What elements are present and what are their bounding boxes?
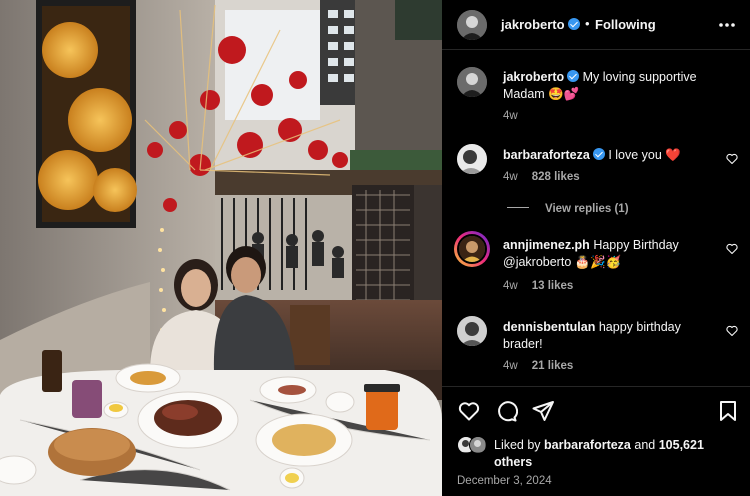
liked-by-avatars bbox=[457, 436, 491, 454]
comment-text-block: annjimenez.ph Happy Birthday @jakroberto… bbox=[503, 237, 718, 271]
post-actions: Liked by barbaraforteza and 105,621 othe… bbox=[442, 386, 750, 496]
likes-others[interactable]: others bbox=[494, 455, 532, 469]
view-replies-button[interactable]: View replies (1) bbox=[507, 203, 629, 215]
comment-meta: 4w 828 likes bbox=[503, 171, 594, 183]
post-side-panel: jakroberto • Following jakroberto My lov… bbox=[442, 0, 750, 496]
post-header: jakroberto • Following bbox=[442, 0, 750, 50]
author-username[interactable]: jakroberto bbox=[501, 17, 580, 32]
liked-by-prefix: Liked by bbox=[494, 438, 541, 452]
caption-time[interactable]: 4w bbox=[503, 110, 518, 122]
commenter-avatar[interactable] bbox=[457, 316, 487, 346]
post-date[interactable]: December 3, 2024 bbox=[457, 475, 552, 487]
comment-item: barbaraforteza I love you ❤️ 4w 828 likes… bbox=[442, 144, 750, 224]
header-separator: • bbox=[585, 16, 590, 31]
verified-badge-icon bbox=[592, 148, 605, 160]
comment-username[interactable]: barbaraforteza bbox=[503, 148, 590, 162]
comment-text: I love you ❤️ bbox=[608, 148, 681, 162]
caption-meta: 4w bbox=[503, 110, 532, 122]
liked-by-summary: Liked by barbaraforteza and 105,621 othe… bbox=[494, 437, 734, 471]
comment-time[interactable]: 4w bbox=[503, 171, 518, 183]
bookmark-icon[interactable] bbox=[716, 399, 740, 423]
story-ring[interactable] bbox=[454, 231, 490, 267]
caption-text-block: jakroberto My loving supportive Madam 🤩💕 bbox=[503, 69, 718, 103]
commenter-avatar[interactable] bbox=[457, 144, 487, 174]
verified-badge-icon bbox=[567, 18, 580, 30]
comment-time[interactable]: 4w bbox=[503, 360, 518, 372]
following-button[interactable]: Following bbox=[595, 17, 656, 32]
author-avatar[interactable] bbox=[457, 10, 487, 40]
restaurant-photo bbox=[0, 0, 442, 496]
caption-avatar[interactable] bbox=[457, 67, 487, 97]
comment-item: dennisbentulan happy birthday brader! 4w… bbox=[442, 316, 750, 380]
commenter-avatar[interactable] bbox=[457, 234, 487, 264]
post-photo[interactable] bbox=[0, 0, 442, 496]
comment-like-heart-icon[interactable] bbox=[726, 153, 738, 164]
heart-icon[interactable] bbox=[457, 399, 481, 423]
more-horizontal-icon[interactable] bbox=[718, 18, 736, 32]
send-icon[interactable] bbox=[531, 399, 555, 423]
comment-username[interactable]: annjimenez.ph bbox=[503, 238, 590, 252]
liked-by-connector: and bbox=[634, 438, 656, 452]
comment-time[interactable]: 4w bbox=[503, 280, 518, 292]
liked-by-username[interactable]: barbaraforteza bbox=[544, 438, 631, 452]
comment-text-block: barbaraforteza I love you ❤️ bbox=[503, 147, 718, 164]
comment-meta: 4w 13 likes bbox=[503, 280, 587, 292]
verified-badge-icon bbox=[567, 70, 580, 82]
liker-avatar bbox=[469, 436, 487, 454]
comment-likes[interactable]: 21 likes bbox=[532, 360, 574, 372]
author-username-text[interactable]: jakroberto bbox=[501, 17, 565, 32]
comment-text-block: dennisbentulan happy birthday brader! bbox=[503, 319, 718, 353]
caption: jakroberto My loving supportive Madam 🤩💕… bbox=[442, 67, 750, 127]
comment-likes[interactable]: 13 likes bbox=[532, 280, 574, 292]
comment-item: annjimenez.ph Happy Birthday @jakroberto… bbox=[442, 231, 750, 298]
comment-meta: 4w 21 likes bbox=[503, 360, 587, 372]
comments-list[interactable]: jakroberto My loving supportive Madam 🤩💕… bbox=[442, 51, 750, 385]
comment-username[interactable]: dennisbentulan bbox=[503, 320, 595, 334]
comment-likes[interactable]: 828 likes bbox=[532, 171, 580, 183]
comment-like-heart-icon[interactable] bbox=[726, 243, 738, 254]
caption-username[interactable]: jakroberto bbox=[503, 70, 564, 84]
comment-like-heart-icon[interactable] bbox=[726, 325, 738, 336]
likes-count[interactable]: 105,621 bbox=[659, 438, 704, 452]
comment-icon[interactable] bbox=[494, 399, 518, 423]
